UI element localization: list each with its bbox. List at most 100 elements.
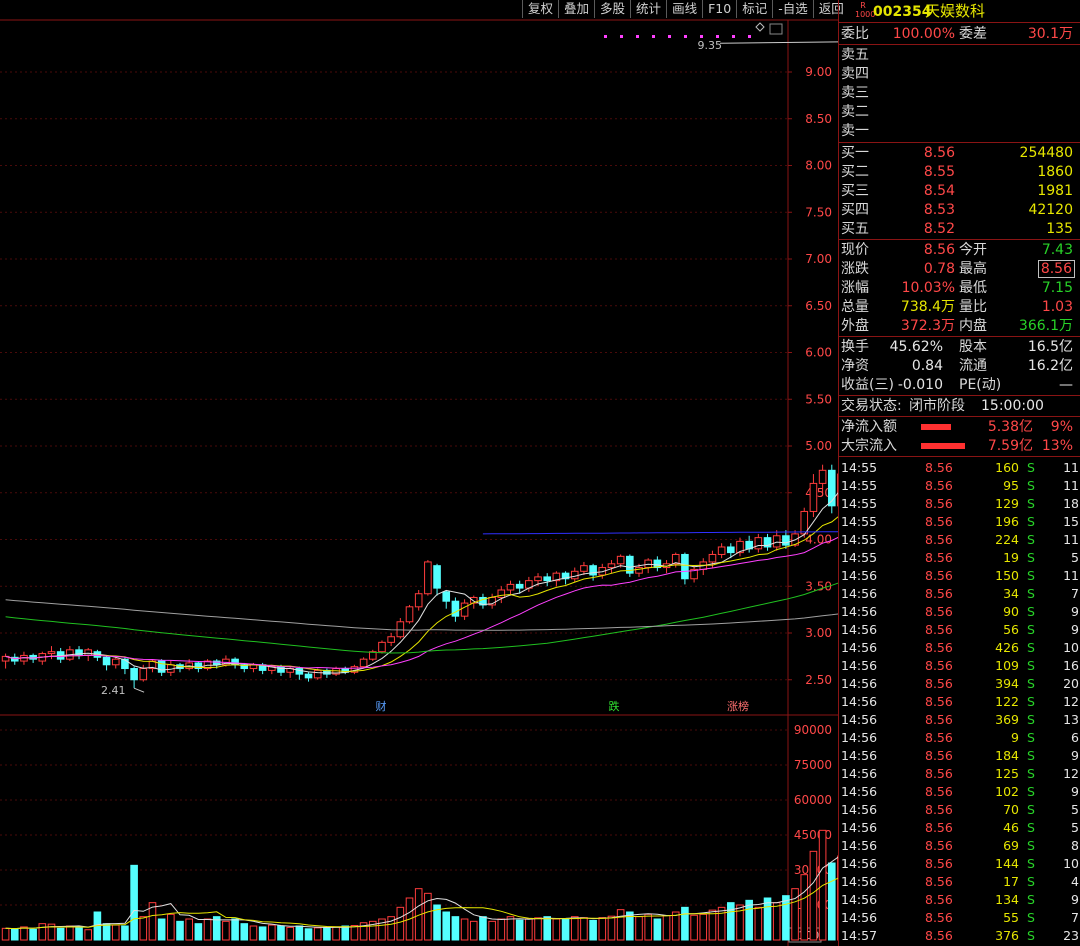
tick-time: 14:56 [841,892,878,907]
volume-bar [38,923,47,941]
window-icon[interactable] [769,23,783,35]
tick-row: 14:56 8.56 150 S 11 [839,567,1080,585]
toolbar-button-2[interactable]: 多股 [594,0,630,18]
high-dot [748,35,751,38]
quote-value: 0.78 [923,261,955,277]
kline-chart[interactable]: 9.008.508.007.507.006.506.005.505.004.50… [0,0,838,946]
tick-price: 8.56 [925,550,953,565]
volume-bar [231,918,239,941]
buy-level-volume: 1981 [1037,183,1073,199]
volume-bar [121,925,129,941]
volume-bar [479,916,487,941]
fundamental-row: 换手 45.62% 股本 16.5亿 [839,338,1080,356]
price-tick-label: 5.50 [805,392,832,406]
high-dot [716,35,719,38]
tick-row: 14:56 8.56 34 S 7 [839,585,1080,603]
low-marker-line [133,687,145,693]
volume-bar [506,916,515,941]
tick-row: 14:56 8.56 134 S 9 [839,891,1080,909]
tick-time: 14:56 [841,910,878,925]
tick-price: 8.56 [925,802,953,817]
sell-level-2: 卖四 [839,65,1080,83]
toolbar-button-0[interactable]: 复权 [522,0,558,18]
high-dot [652,35,655,38]
toolbar-button-1[interactable]: 叠加 [558,0,594,18]
quote-label: 量比 [959,299,987,315]
toolbar-button-3[interactable]: 统计 [630,0,666,18]
tick-row: 14:56 8.56 184 S 9 [839,747,1080,765]
tick-count: 12 [1063,766,1079,781]
price-tick-label: 6.00 [805,346,832,360]
candle-body [313,669,322,679]
candle-body [295,668,304,675]
buy-level-volume: 1860 [1037,164,1073,180]
order-ratio-value: 100.00% [892,26,955,42]
tick-side: S [1027,460,1035,475]
tick-price: 8.56 [925,838,953,853]
volume-bar [396,906,405,941]
candle [653,556,662,572]
fundamental-row: 收益(三) -0.010 PE(动) — [839,376,1080,394]
tick-count: 23 [1063,928,1079,943]
tick-volume: 134 [995,892,1019,907]
volume-bar [20,926,28,941]
diamond-icon[interactable] [755,22,765,32]
fundamental-value: 16.2亿 [1027,358,1073,374]
tick-side: S [1027,856,1035,871]
price-tick-label: 3.00 [805,626,832,640]
quote-label: 涨幅 [841,280,869,296]
quote-label: 涨跌 [841,261,869,277]
tick-price: 8.56 [925,496,953,511]
fundamental-value: -0.010 [897,377,943,393]
tick-volume: 125 [995,766,1019,781]
tick-row: 14:56 8.56 55 S 7 [839,909,1080,927]
badge-top: R [860,1,866,10]
toolbar-button-5[interactable]: F10 [702,0,736,18]
event-label[interactable]: 跌 [609,699,620,713]
quote-row: 外盘 372.3万 内盘 366.1万 [839,317,1080,335]
tick-count: 11 [1063,478,1079,493]
volume-tick-label: 75000 [794,758,832,772]
event-label[interactable]: 财 [376,699,387,713]
candle [157,659,166,677]
volume-bar [222,920,230,941]
tick-volume: 224 [995,532,1019,547]
candle [763,533,772,551]
candle-body [570,570,579,580]
tick-count: 12 [1063,694,1079,709]
volume-bar [561,918,570,941]
tick-row: 14:56 8.56 46 S 5 [839,819,1080,837]
toolbar-button-4[interactable]: 画线 [666,0,702,18]
flow-row: 大宗流入 7.59亿 13% [839,437,1080,455]
volume-bar [827,862,836,941]
quote-row: 现价 8.56 今开 7.43 [839,241,1080,259]
fundamental-value: 0.84 [911,358,943,374]
buy-level-label: 买一 [841,145,869,161]
tick-time: 14:56 [841,694,878,709]
volume-bar [323,926,331,941]
toolbar-button-6[interactable]: 标记 [736,0,772,18]
fundamental-label: 流通 [959,358,987,374]
fundamental-label: 股本 [959,339,987,355]
tick-time: 14:56 [841,874,878,889]
candle-body [717,546,726,555]
divider [839,44,1080,45]
quote-label: 内盘 [959,318,987,334]
quote-value: 1.03 [1041,299,1073,315]
volume-bar [111,924,120,941]
tick-price: 8.56 [925,784,953,799]
order-diff-label: 委差 [959,26,987,42]
candle [772,530,781,551]
divider [839,336,1080,337]
toolbar-button-7[interactable]: -自选 [772,0,813,18]
tick-price: 8.56 [925,604,953,619]
tick-time: 14:56 [841,784,878,799]
candle-body [515,583,524,589]
tick-price: 8.56 [925,478,953,493]
quote-value: 372.3万 [900,318,955,334]
buy-level-price: 8.53 [923,202,955,218]
event-label[interactable]: 涨榜 [727,699,749,713]
quote-panel: R 1000 002354 天娱数科 委比 100.00% 委差 30.1万 卖五 卖四 卖三 卖二卖… [838,0,1080,946]
tick-row: 14:55 8.56 19 S 5 [839,549,1080,567]
fundamental-label: 净资 [841,358,869,374]
